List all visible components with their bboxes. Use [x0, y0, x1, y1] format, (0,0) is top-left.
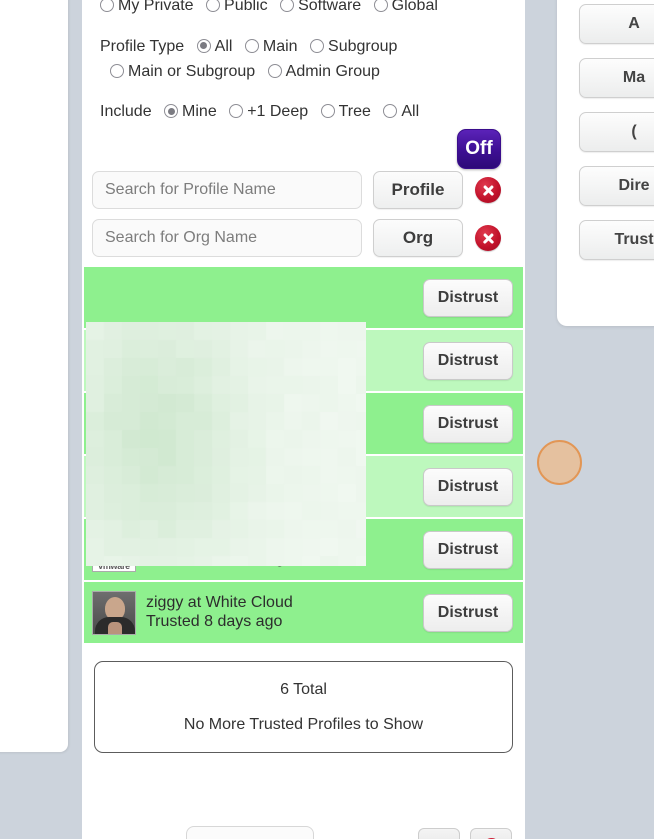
radio-option-include-tree[interactable]: Tree — [321, 103, 376, 120]
radio-label: +1 Deep — [247, 103, 308, 120]
profile-text: VMWare, Inc. Trusted a month ago — [146, 531, 423, 568]
right-side-panel: A Ma ( Dire Trust — [557, 0, 654, 326]
table-row[interactable]: vmware VMWare, Inc. Trusted a month ago … — [84, 519, 523, 580]
profile-type-filter-row: Profile Type All Main Subgroup — [92, 35, 515, 60]
vmware-logo-icon: vmware — [92, 528, 136, 572]
radio-icon[interactable] — [206, 0, 220, 12]
radio-option-type-admin-group[interactable]: Admin Group — [268, 63, 380, 80]
bottom-partial-input[interactable] — [186, 826, 314, 839]
radio-label: Public — [224, 0, 268, 14]
org-search-button[interactable]: Org — [373, 219, 463, 257]
radio-icon[interactable] — [310, 39, 324, 53]
left-side-panel — [0, 0, 68, 752]
org-search-row: Org — [82, 219, 525, 257]
visibility-filter-row: My Private Public Software Global — [92, 0, 515, 19]
profile-name: VMWare, Inc. — [146, 531, 423, 549]
radio-label: Mine — [182, 103, 217, 120]
radio-option-software[interactable]: Software — [280, 0, 366, 14]
profile-text: ziggy at White Cloud Trusted 8 days ago — [146, 594, 423, 631]
app-screen: My Private Public Software Global Profil… — [0, 0, 654, 839]
radio-label: My Private — [118, 0, 194, 14]
distrust-button[interactable]: Distrust — [423, 594, 513, 632]
radio-icon[interactable] — [245, 39, 259, 53]
distrust-button[interactable]: Distrust — [423, 405, 513, 443]
filter-section: My Private Public Software Global Profil… — [82, 0, 525, 125]
table-row[interactable]: ziggy at White Cloud Trusted 8 days ago … — [84, 582, 523, 643]
org-search-input[interactable] — [92, 219, 362, 257]
right-panel-button-3[interactable]: ( — [579, 112, 654, 152]
table-row[interactable]: Distrust — [84, 456, 523, 517]
profile-search-input[interactable] — [92, 171, 362, 209]
radio-label: Main or Subgroup — [128, 63, 255, 80]
radio-label: All — [215, 38, 233, 55]
radio-option-public[interactable]: Public — [206, 0, 272, 14]
clear-profile-search-icon[interactable] — [475, 177, 501, 203]
radio-label: Global — [392, 0, 438, 14]
profile-trusted-meta: Trusted a month ago — [146, 550, 423, 568]
clear-org-search-icon[interactable] — [475, 225, 501, 251]
bottom-partial-delete-button[interactable] — [470, 828, 512, 839]
radio-option-type-subgroup[interactable]: Subgroup — [310, 38, 397, 55]
radio-icon[interactable] — [268, 64, 282, 78]
table-row[interactable]: Distrust — [84, 330, 523, 391]
radio-icon[interactable] — [229, 104, 243, 118]
radio-option-my-private[interactable]: My Private — [100, 0, 198, 14]
include-label: Include — [100, 103, 152, 120]
right-panel-button-4[interactable]: Dire — [579, 166, 654, 206]
right-panel-button-1[interactable]: A — [579, 4, 654, 44]
profile-search-button[interactable]: Profile — [373, 171, 463, 209]
radio-option-include-all[interactable]: All — [383, 103, 419, 120]
total-count: 6 Total — [280, 681, 327, 699]
trusted-profiles-list: Distrust Distrust Distrust Distrust vmwa… — [82, 267, 525, 643]
bottom-partial-button[interactable] — [418, 828, 460, 839]
profile-trusted-meta: Trusted 8 days ago — [146, 613, 423, 631]
radio-option-type-main[interactable]: Main — [245, 38, 302, 55]
radio-option-type-main-or-subgroup[interactable]: Main or Subgroup — [110, 63, 260, 80]
table-row[interactable]: Distrust — [84, 267, 523, 328]
profile-type-label: Profile Type — [100, 38, 184, 55]
right-panel-button-2[interactable]: Ma — [579, 58, 654, 98]
radio-icon[interactable] — [280, 0, 294, 12]
trusted-profiles-panel: My Private Public Software Global Profil… — [82, 0, 525, 839]
radio-icon-selected[interactable] — [164, 104, 178, 118]
profile-search-row: Profile — [82, 171, 525, 209]
list-footer-box: 6 Total No More Trusted Profiles to Show — [94, 661, 513, 753]
distrust-button[interactable]: Distrust — [423, 468, 513, 506]
toggle-row: Off — [82, 125, 525, 171]
off-toggle-button[interactable]: Off — [457, 129, 501, 169]
radio-label: Subgroup — [328, 38, 397, 55]
distrust-button[interactable]: Distrust — [423, 531, 513, 569]
no-more-message: No More Trusted Profiles to Show — [184, 716, 423, 734]
table-row[interactable]: Distrust — [84, 393, 523, 454]
radio-icon[interactable] — [374, 0, 388, 12]
profile-name: ziggy at White Cloud — [146, 594, 423, 612]
radio-icon[interactable] — [110, 64, 124, 78]
distrust-button[interactable]: Distrust — [423, 342, 513, 380]
radio-label: Tree — [339, 103, 371, 120]
avatar — [92, 591, 136, 635]
radio-label: Admin Group — [286, 63, 380, 80]
radio-icon[interactable] — [383, 104, 397, 118]
profile-type-filter-row-2: Main or Subgroup Admin Group — [92, 60, 515, 85]
radio-label: All — [401, 103, 419, 120]
radio-label: Software — [298, 0, 361, 14]
radio-icon[interactable] — [321, 104, 335, 118]
include-filter-row: Include Mine +1 Deep Tree All — [92, 100, 515, 125]
right-panel-button-5[interactable]: Trust — [579, 220, 654, 260]
distrust-button[interactable]: Distrust — [423, 279, 513, 317]
radio-option-type-all[interactable]: All — [197, 38, 237, 55]
radio-option-global[interactable]: Global — [374, 0, 438, 14]
radio-icon[interactable] — [100, 0, 114, 12]
radio-option-include-mine[interactable]: Mine — [164, 103, 221, 120]
radio-icon-selected[interactable] — [197, 39, 211, 53]
cursor-indicator — [537, 440, 582, 485]
radio-option-include-plus1deep[interactable]: +1 Deep — [229, 103, 312, 120]
radio-label: Main — [263, 38, 298, 55]
